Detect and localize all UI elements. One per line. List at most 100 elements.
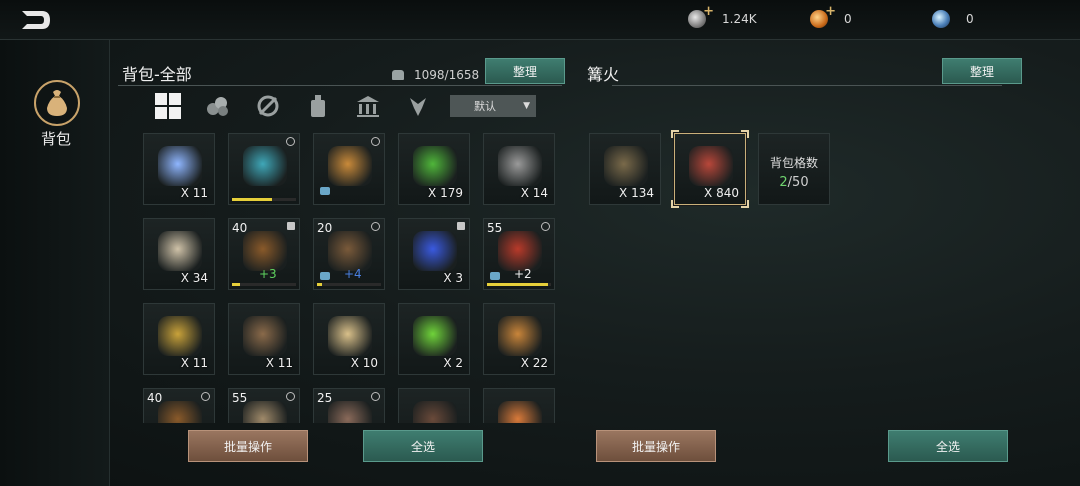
inventory-slot[interactable] (313, 133, 385, 205)
link-icon (371, 137, 380, 146)
campfire-select-all-button[interactable]: 全选 (888, 430, 1008, 462)
wood-plank-icon (604, 146, 648, 186)
campfire-capacity: 背包格数 2/50 (758, 133, 830, 205)
campfire-sort-button[interactable]: 整理 (942, 58, 1022, 84)
silver-resource[interactable]: + 1.24K (688, 4, 757, 28)
inventory-slot[interactable]: X 11 (228, 303, 300, 375)
durability-bar (487, 283, 551, 286)
item-quantity: X 34 (180, 271, 208, 285)
filter-quest-icon[interactable] (402, 90, 434, 122)
gold-resource[interactable]: + 0 (810, 4, 852, 28)
inventory-slot[interactable]: X 10 (313, 303, 385, 375)
inventory-slot[interactable]: 25 (313, 388, 385, 423)
trident-icon (328, 401, 372, 423)
inventory-slot[interactable]: X 22 (483, 303, 555, 375)
gem-icon (932, 10, 950, 28)
stone-icon (498, 146, 542, 186)
leather-icon (498, 316, 542, 356)
horn-icon (413, 316, 457, 356)
batch-operation-button[interactable]: 批量操作 (188, 430, 308, 462)
sidebar: 背包 (0, 40, 110, 486)
inventory-slot[interactable]: X 34 (143, 218, 215, 290)
herb-icon (413, 146, 457, 186)
inventory-slot[interactable] (228, 133, 300, 205)
link-icon (286, 392, 295, 401)
item-quantity: X 14 (520, 186, 548, 200)
item-quantity: X 2 (443, 356, 463, 370)
inventory-slot[interactable]: X 3 (398, 218, 470, 290)
inventory-slot[interactable]: 20 +4 (313, 218, 385, 290)
gold-value: 0 (844, 12, 852, 26)
sort-dropdown[interactable]: 默认 ▼ (450, 95, 536, 117)
armor-icon (320, 187, 330, 195)
silver-value: 1.24K (722, 12, 757, 26)
bag-label: 背包 (40, 130, 71, 148)
filter-buildings-icon[interactable] (352, 90, 384, 122)
inventory-slot[interactable]: 55 (228, 388, 300, 423)
enhance-level: +3 (259, 267, 277, 281)
weight-icon (392, 70, 404, 80)
plus-icon: + (703, 4, 714, 19)
campfire-slot[interactable]: X 134 (589, 133, 661, 205)
campfire-batch-operation-button[interactable]: 批量操作 (596, 430, 716, 462)
inventory-slot[interactable]: X 2 (398, 303, 470, 375)
gold-coin-icon: + (810, 4, 836, 28)
filter-equipment-icon[interactable] (252, 90, 284, 122)
gem-value: 0 (966, 12, 974, 26)
inventory-slot[interactable] (483, 388, 555, 423)
campfire-slot[interactable]: X 840 (671, 130, 749, 208)
inventory-slot[interactable]: 40 +3 (228, 218, 300, 290)
inventory-slot[interactable]: 55 +2 (483, 218, 555, 290)
inventory-slot[interactable]: X 14 (483, 133, 555, 205)
item-quantity: X 10 (350, 356, 378, 370)
capacity-label: 背包格数 (769, 156, 818, 170)
enhance-level: +2 (514, 267, 532, 281)
raw-meat-icon (689, 146, 733, 186)
campfire-title: 篝火 (587, 65, 620, 84)
divider (118, 85, 562, 86)
filter-consumables-icon[interactable] (302, 90, 334, 122)
inventory-title: 背包-全部 (122, 65, 192, 84)
fire-staff-icon (498, 231, 542, 271)
filter-all-icon[interactable] (152, 90, 184, 122)
enhance-level: +4 (344, 267, 362, 281)
bow-icon (243, 231, 287, 271)
bag-icon[interactable] (34, 80, 80, 126)
item-quantity: X 11 (180, 356, 208, 370)
sort-button[interactable]: 整理 (485, 58, 565, 84)
antler-icon (413, 401, 457, 423)
inventory-slot[interactable] (398, 388, 470, 423)
selection-corner (671, 130, 679, 138)
item-quantity: X 134 (619, 186, 654, 200)
crystal-icon (413, 231, 457, 271)
armor-icon (320, 272, 330, 280)
inventory-slot[interactable]: 40 (143, 388, 215, 423)
lock-icon (457, 222, 465, 230)
filter-materials-icon[interactable] (202, 90, 234, 122)
selection-corner (741, 130, 749, 138)
spirit-orb-icon (158, 146, 202, 186)
link-icon (541, 222, 550, 231)
inventory-slot[interactable]: X 11 (143, 303, 215, 375)
bow-2-icon (158, 401, 202, 423)
item-quantity: X 179 (428, 186, 463, 200)
capacity-value: 2/50 (759, 175, 829, 190)
item-level: 40 (147, 391, 163, 405)
selection-corner (741, 200, 749, 208)
item-quantity: X 11 (265, 356, 293, 370)
link-icon (371, 392, 380, 401)
item-level: 25 (317, 391, 333, 405)
gem-resource[interactable]: 0 (932, 10, 974, 28)
inventory-slot[interactable]: X 179 (398, 133, 470, 205)
inventory-slot[interactable]: X 11 (143, 133, 215, 205)
divider (612, 85, 1002, 86)
durability-bar (317, 283, 381, 286)
back-icon[interactable] (18, 8, 54, 32)
capacity-total: /50 (787, 175, 809, 190)
sack-icon (243, 316, 287, 356)
durability-bar (232, 283, 296, 286)
silver-coin-icon: + (688, 4, 714, 28)
select-all-button[interactable]: 全选 (363, 430, 483, 462)
capacity-used: 2 (779, 175, 788, 190)
durability-bar (232, 198, 296, 201)
